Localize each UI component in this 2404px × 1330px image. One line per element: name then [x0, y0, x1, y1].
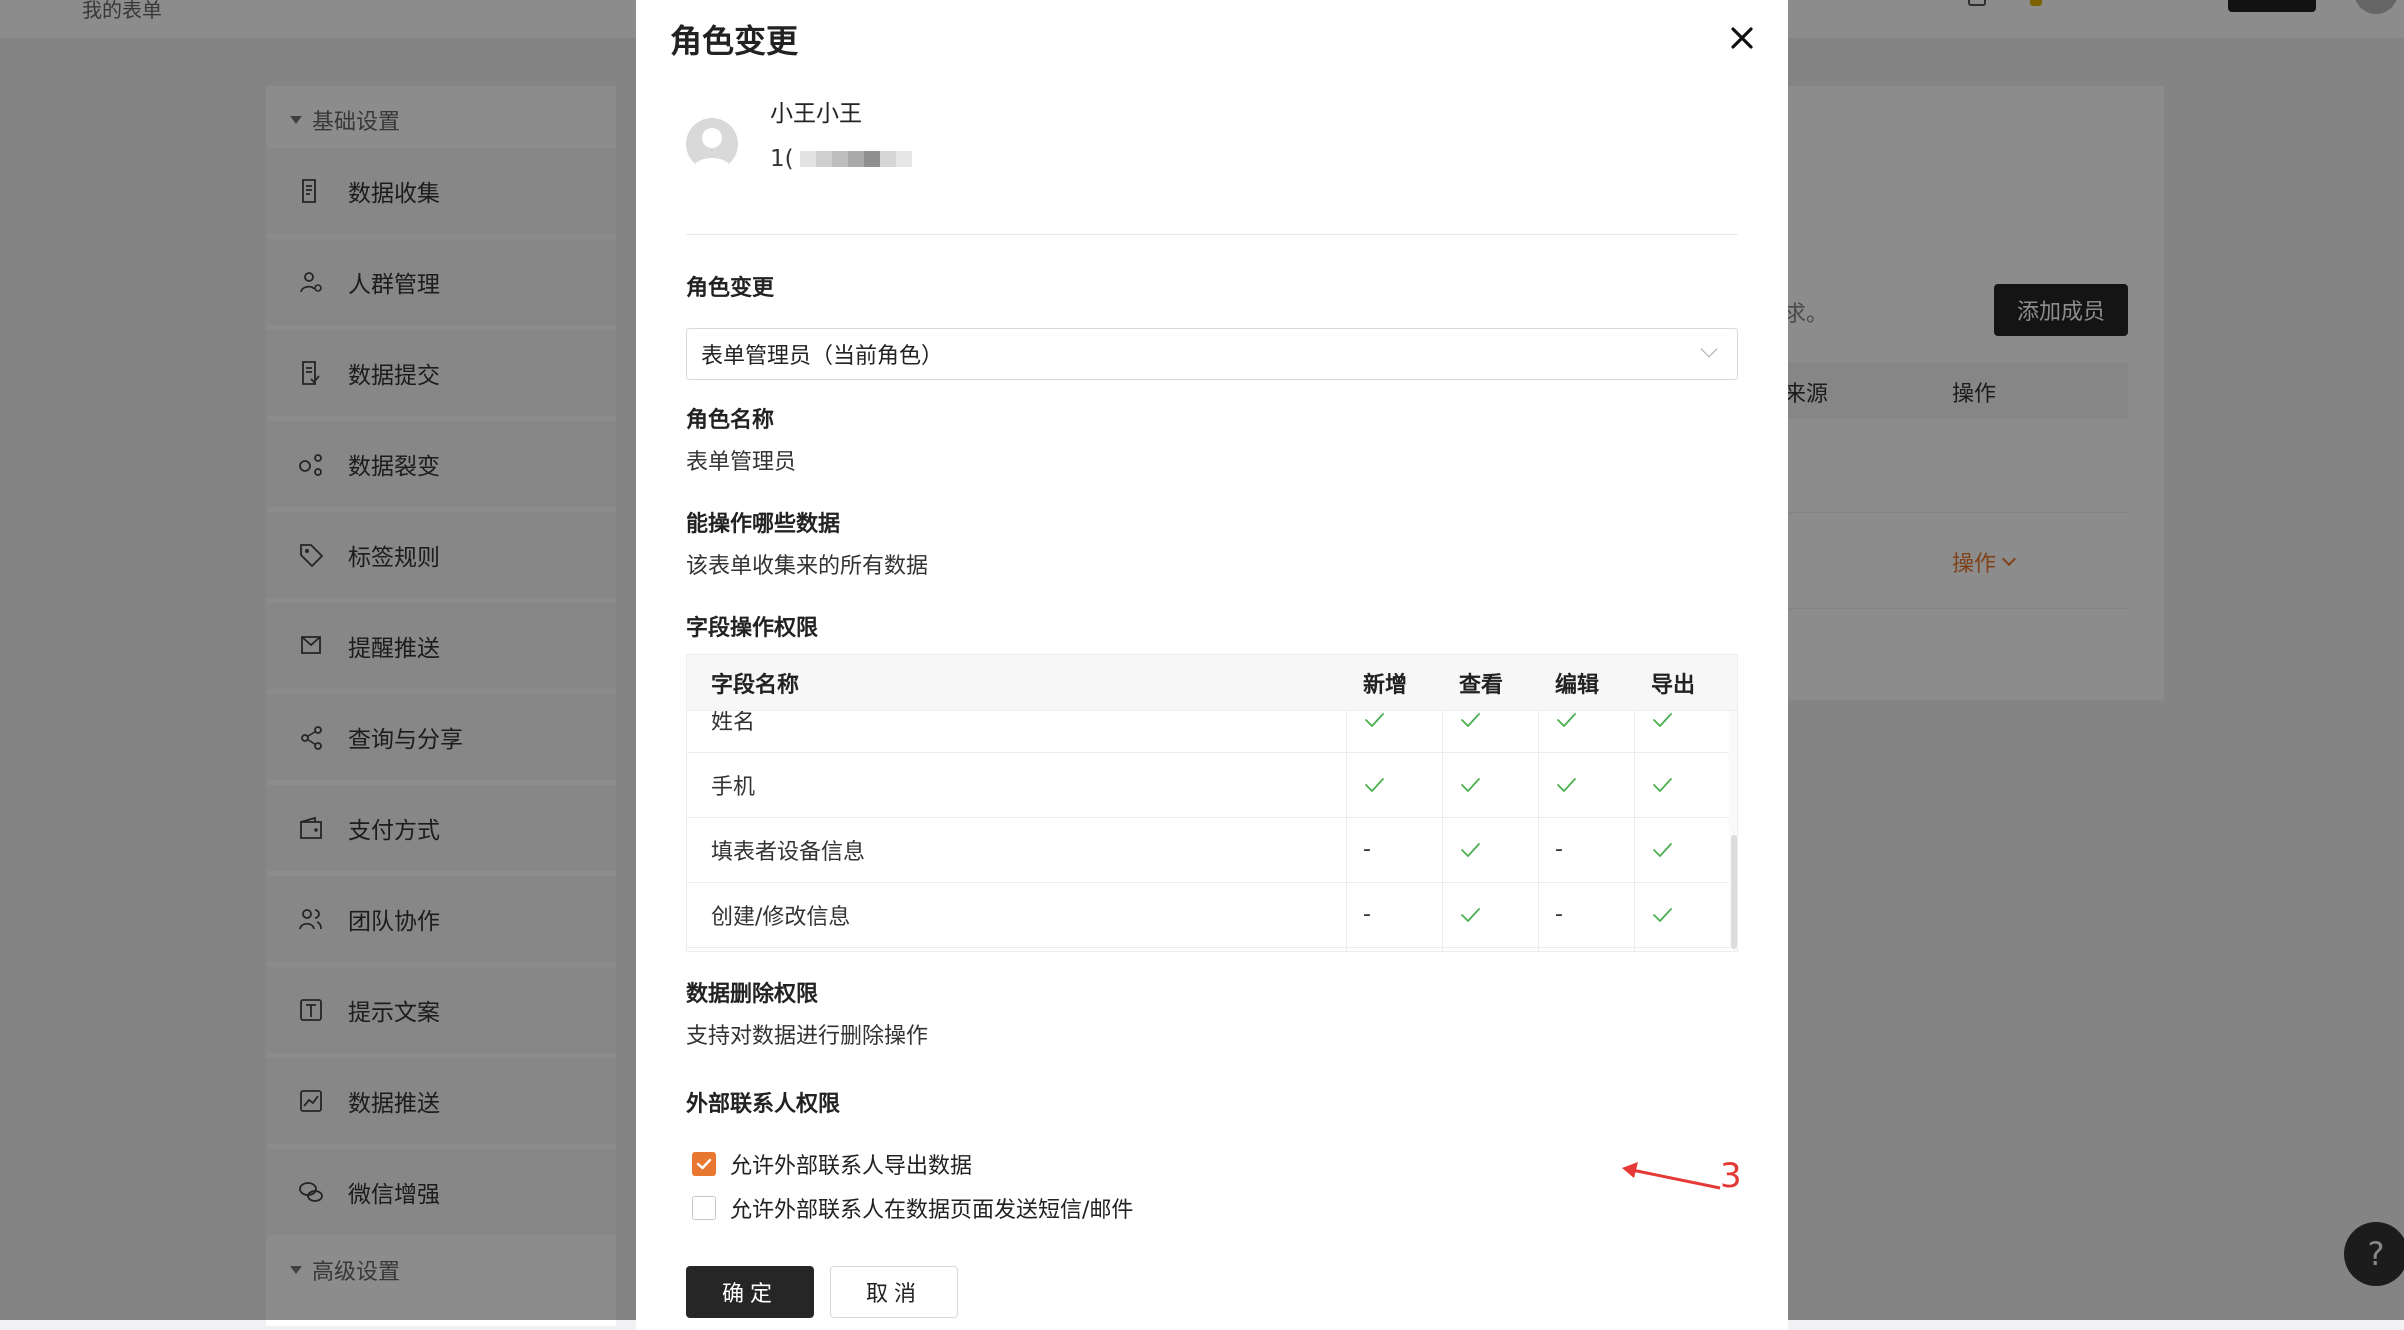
dash-cell: - — [1363, 837, 1371, 862]
check-icon — [1555, 752, 1577, 817]
header-field-name: 字段名称 — [711, 673, 800, 698]
field-name-cell: 创建/修改信息 — [711, 904, 851, 930]
external-perm-label: 外部联系人权限 — [686, 1092, 841, 1117]
cancel-button[interactable]: 取消 — [830, 1266, 958, 1318]
check-icon — [1363, 752, 1385, 817]
user-silhouette-icon — [692, 128, 732, 170]
row-divider — [687, 947, 1729, 948]
annotation-number: 3 — [1720, 1156, 1742, 1196]
data-scope-label: 能操作哪些数据 — [686, 512, 841, 537]
checkmark-icon — [696, 1158, 712, 1170]
field-name-cell: 手机 — [711, 774, 756, 800]
delete-perm-value: 支持对数据进行删除操作 — [686, 1024, 929, 1049]
role-change-label: 角色变更 — [686, 276, 775, 301]
check-icon — [1459, 817, 1481, 882]
check-icon — [1651, 752, 1673, 817]
allow-external-export-option[interactable]: 允许外部联系人导出数据 — [692, 1148, 972, 1180]
chevron-down-icon — [1700, 340, 1718, 358]
role-change-modal: 角色变更 小王小王 1( 角色变更 表单管理员（当前角色） 角色名称 表单管理员… — [636, 0, 1788, 1330]
user-divider — [686, 234, 1738, 235]
confirm-button[interactable]: 确定 — [686, 1266, 814, 1318]
user-avatar — [686, 118, 738, 170]
role-name-label: 角色名称 — [686, 408, 775, 433]
field-permission-table: 字段名称 新增 查看 编辑 导出 姓名 手机 填表者设备信息 - - 创建/修改信息 - - — [686, 654, 1738, 952]
dash-cell: - — [1555, 837, 1563, 862]
phone-mosaic — [799, 151, 912, 167]
check-icon — [1651, 817, 1673, 882]
header-view: 查看 — [1459, 673, 1504, 698]
dash-cell: - — [1555, 902, 1563, 927]
role-select[interactable]: 表单管理员（当前角色） — [686, 328, 1738, 380]
role-name-value: 表单管理员 — [686, 450, 797, 475]
delete-perm-label: 数据删除权限 — [686, 982, 819, 1007]
close-button[interactable] — [1724, 20, 1760, 56]
header-export: 导出 — [1651, 673, 1696, 698]
header-add: 新增 — [1363, 673, 1408, 698]
data-scope-value: 该表单收集来的所有数据 — [686, 554, 929, 579]
close-icon — [1731, 27, 1753, 49]
field-name-cell: 填表者设备信息 — [711, 839, 866, 865]
modal-title: 角色变更 — [670, 22, 799, 60]
allow-external-sms-option[interactable]: 允许外部联系人在数据页面发送短信/邮件 — [692, 1192, 1133, 1224]
table-scrollbar-thumb[interactable] — [1731, 835, 1737, 949]
field-perm-label: 字段操作权限 — [686, 616, 819, 641]
user-phone: 1( — [770, 146, 912, 172]
header-edit: 编辑 — [1555, 673, 1600, 698]
dash-cell: - — [1363, 902, 1371, 927]
check-icon — [1651, 882, 1673, 947]
help-button[interactable]: ? — [2344, 1222, 2404, 1286]
allow-external-sms-checkbox[interactable] — [692, 1196, 716, 1220]
check-icon — [1459, 882, 1481, 947]
user-name: 小王小王 — [770, 101, 862, 127]
allow-external-export-checkbox[interactable] — [692, 1152, 716, 1176]
check-icon — [1459, 752, 1481, 817]
